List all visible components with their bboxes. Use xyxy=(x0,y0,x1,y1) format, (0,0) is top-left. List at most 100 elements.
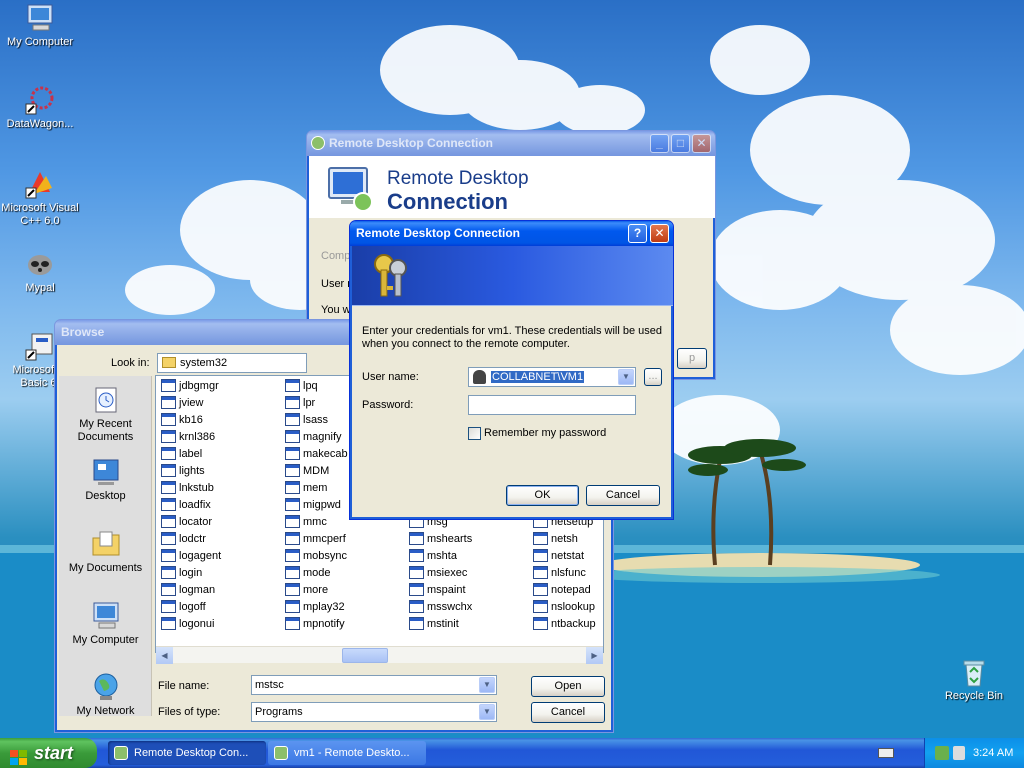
desktop-icon-recycle-bin[interactable]: Recycle Bin xyxy=(934,656,1014,703)
file-item[interactable]: mem xyxy=(284,480,327,496)
file-item[interactable]: mode xyxy=(284,565,331,581)
file-item[interactable]: lnkstub xyxy=(160,480,214,496)
scroll-right-arrow[interactable]: ▶ xyxy=(586,647,603,664)
file-name: mpnotify xyxy=(303,618,345,630)
computer-icon xyxy=(24,2,56,34)
file-item[interactable]: mplay32 xyxy=(284,599,345,615)
close-button[interactable]: ✕ xyxy=(650,224,669,243)
program-file-icon xyxy=(161,566,176,579)
taskbar-item-rdc[interactable]: Remote Desktop Con... xyxy=(108,741,266,765)
file-item[interactable]: logman xyxy=(160,582,215,598)
rdc-main-titlebar[interactable]: Remote Desktop Connection _ □ ✕ xyxy=(307,131,715,156)
file-item[interactable]: jview xyxy=(160,395,203,411)
file-item[interactable]: mpnotify xyxy=(284,616,345,632)
remember-password-label[interactable]: Remember my password xyxy=(484,427,606,439)
file-name: notepad xyxy=(551,584,591,596)
file-item[interactable]: nslookup xyxy=(532,599,595,615)
file-item[interactable]: ntbackup xyxy=(532,616,596,632)
file-item[interactable]: migpwd xyxy=(284,497,341,513)
credentials-titlebar[interactable]: Remote Desktop Connection ? ✕ xyxy=(350,221,673,246)
credentials-dialog[interactable]: Remote Desktop Connection ? ✕ Enter your… xyxy=(349,220,674,520)
file-name: mode xyxy=(303,567,331,579)
file-item[interactable]: login xyxy=(160,565,202,581)
place-my-documents[interactable]: My Documents xyxy=(59,528,152,575)
volume-icon[interactable] xyxy=(953,746,965,760)
scroll-thumb[interactable] xyxy=(342,648,388,663)
network-icon[interactable] xyxy=(935,746,949,760)
chevron-down-icon[interactable]: ▼ xyxy=(479,704,495,720)
file-item[interactable]: makecab xyxy=(284,446,348,462)
filename-combo[interactable]: mstsc ▼ xyxy=(251,675,497,695)
place-my-network[interactable]: My Network xyxy=(59,671,152,718)
file-item[interactable]: logonui xyxy=(160,616,214,632)
options-button-partial[interactable]: p xyxy=(677,348,707,369)
file-item[interactable]: netsh xyxy=(532,531,578,547)
file-name: krnl386 xyxy=(179,431,216,443)
file-item[interactable]: MDM xyxy=(284,463,329,479)
file-item[interactable]: notepad xyxy=(532,582,591,598)
cancel-button[interactable]: Cancel xyxy=(586,485,660,506)
chevron-down-icon[interactable]: ▼ xyxy=(618,369,634,385)
file-item[interactable]: locator xyxy=(160,514,212,530)
open-button[interactable]: Open xyxy=(531,676,605,697)
file-item[interactable]: krnl386 xyxy=(160,429,215,445)
file-item[interactable]: netstat xyxy=(532,548,584,564)
close-button[interactable]: ✕ xyxy=(692,134,711,153)
scroll-left-arrow[interactable]: ◀ xyxy=(156,647,173,664)
file-item[interactable]: loadfix xyxy=(160,497,211,513)
desktop-icon-visual-cpp[interactable]: Microsoft Visual C++ 6.0 xyxy=(0,168,80,228)
file-item[interactable]: msswchx xyxy=(408,599,472,615)
file-item[interactable]: mspaint xyxy=(408,582,466,598)
desktop-icon-mypal[interactable]: Mypal xyxy=(0,248,80,295)
remember-password-checkbox[interactable] xyxy=(468,427,481,440)
browse-users-button[interactable]: ... xyxy=(644,368,662,386)
start-button[interactable]: start xyxy=(0,738,97,768)
file-item[interactable]: mmc xyxy=(284,514,327,530)
taskbar-item-label: vm1 - Remote Deskto... xyxy=(294,747,410,759)
file-item[interactable]: mmcperf xyxy=(284,531,346,547)
file-item[interactable]: more xyxy=(284,582,328,598)
keyboard-icon[interactable] xyxy=(878,748,894,758)
file-item[interactable]: lpq xyxy=(284,378,318,394)
lookin-combo[interactable]: system32 xyxy=(157,353,307,373)
minimize-button[interactable]: _ xyxy=(650,134,669,153)
password-input[interactable] xyxy=(468,395,636,415)
file-item[interactable]: mstinit xyxy=(408,616,459,632)
file-item[interactable]: magnify xyxy=(284,429,342,445)
file-item[interactable]: logagent xyxy=(160,548,221,564)
desktop-icon-datawagon[interactable]: DataWagon... xyxy=(0,84,80,131)
file-item[interactable]: mshearts xyxy=(408,531,472,547)
file-item[interactable]: jdbgmgr xyxy=(160,378,219,394)
file-item[interactable]: lights xyxy=(160,463,205,479)
file-name: logoff xyxy=(179,601,206,613)
file-item[interactable]: mobsync xyxy=(284,548,347,564)
file-item[interactable]: label xyxy=(160,446,202,462)
file-item[interactable]: mshta xyxy=(408,548,457,564)
maximize-button[interactable]: □ xyxy=(671,134,690,153)
clock[interactable]: 3:24 AM xyxy=(973,738,1013,768)
help-button[interactable]: ? xyxy=(628,224,647,243)
browse-cancel-button[interactable]: Cancel xyxy=(531,702,605,723)
place-desktop[interactable]: Desktop xyxy=(59,456,152,503)
taskbar-item-vm1[interactable]: vm1 - Remote Deskto... xyxy=(268,741,426,765)
chevron-down-icon[interactable]: ▼ xyxy=(479,677,495,693)
filetype-combo[interactable]: Programs ▼ xyxy=(251,702,497,722)
file-name: msswchx xyxy=(427,601,473,613)
username-combo[interactable]: COLLABNET\VM1 ▼ xyxy=(468,367,636,387)
horizontal-scrollbar[interactable]: ◀ ▶ xyxy=(156,646,603,664)
rdc-app-icon xyxy=(311,136,325,150)
file-item[interactable]: lpr xyxy=(284,395,315,411)
file-item[interactable]: logoff xyxy=(160,599,206,615)
desktop-icon-my-computer[interactable]: My Computer xyxy=(0,2,80,49)
program-file-icon xyxy=(409,549,424,562)
file-item[interactable]: lodctr xyxy=(160,531,206,547)
place-my-recent-documents[interactable]: My Recent Documents xyxy=(59,384,152,444)
file-item[interactable]: msiexec xyxy=(408,565,467,581)
ok-button[interactable]: OK xyxy=(506,485,579,506)
file-name: logagent xyxy=(179,550,222,562)
file-item[interactable]: nlsfunc xyxy=(532,565,586,581)
file-item[interactable]: kb16 xyxy=(160,412,203,428)
window-title: Browse xyxy=(61,325,105,339)
file-item[interactable]: lsass xyxy=(284,412,328,428)
place-my-computer[interactable]: My Computer xyxy=(59,600,152,647)
